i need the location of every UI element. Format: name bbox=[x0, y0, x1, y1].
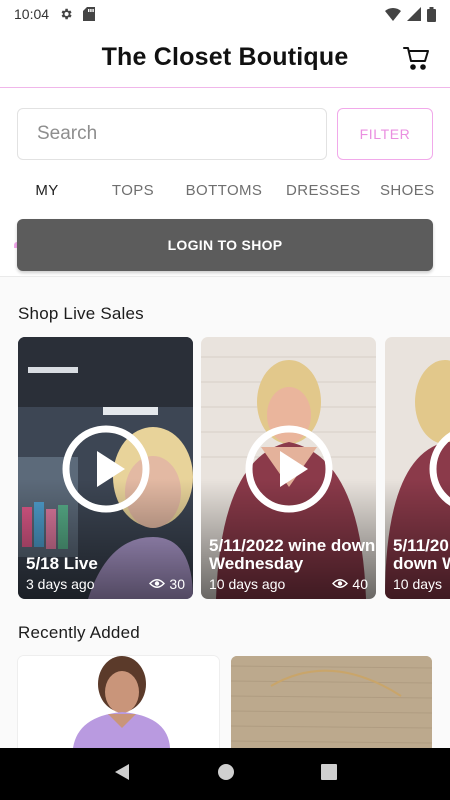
live-sale-meta: 10 days ago 40 bbox=[209, 576, 368, 592]
status-time: 10:04 bbox=[14, 6, 50, 22]
view-count: 30 bbox=[149, 576, 185, 592]
gear-icon bbox=[59, 7, 73, 21]
live-sale-time-ago: 3 days ago bbox=[26, 576, 95, 592]
battery-icon bbox=[427, 6, 436, 22]
live-sale-card[interactable]: 5/11/2022 wine down Wednesday 10 days ag… bbox=[201, 337, 376, 599]
live-sale-card[interactable]: 5/11/20 down W 10 days bbox=[385, 337, 450, 599]
live-sale-time-ago: 10 days ago bbox=[209, 576, 286, 592]
section-title-recently-added: Recently Added bbox=[18, 623, 140, 642]
signal-icon bbox=[407, 7, 421, 21]
section-title-live-sales: Shop Live Sales bbox=[18, 304, 144, 323]
tab-label: DRESSES bbox=[286, 182, 361, 199]
home-icon[interactable] bbox=[217, 763, 235, 786]
wifi-icon bbox=[385, 7, 401, 21]
search-input[interactable] bbox=[17, 108, 327, 160]
product-card[interactable] bbox=[231, 656, 432, 748]
live-sale-meta: 3 days ago 30 bbox=[26, 576, 185, 592]
live-sale-title: 5/18 Live bbox=[26, 554, 98, 573]
tab-label: TOPS bbox=[111, 182, 155, 199]
view-count-value: 30 bbox=[169, 576, 185, 592]
play-icon[interactable] bbox=[429, 425, 450, 513]
status-bar: 10:04 bbox=[0, 0, 450, 28]
eye-icon bbox=[332, 576, 349, 592]
login-button[interactable]: LOGIN TO SHOP bbox=[17, 219, 433, 271]
play-icon[interactable] bbox=[245, 425, 333, 513]
view-count: 40 bbox=[332, 576, 368, 592]
search-row: FILTER bbox=[17, 108, 433, 160]
category-tabs: MY FEED TOPS BOTTOMS DRESSES SHOES bbox=[0, 172, 450, 248]
tab-tops[interactable]: TOPS bbox=[108, 172, 158, 210]
view-count-value: 40 bbox=[352, 576, 368, 592]
tab-bottoms[interactable]: BOTTOMS bbox=[184, 172, 264, 210]
live-sale-title: 5/11/20 down W bbox=[393, 537, 450, 573]
eye-icon bbox=[149, 576, 166, 592]
tab-label: BOTTOMS bbox=[185, 182, 263, 199]
live-sale-time-ago: 10 days bbox=[393, 576, 443, 592]
play-icon[interactable] bbox=[62, 425, 150, 513]
live-sale-title-line2: down W bbox=[393, 554, 450, 573]
product-image bbox=[231, 656, 432, 748]
tab-dresses[interactable]: DRESSES bbox=[286, 172, 361, 210]
live-sale-title-text: 5/11/20 bbox=[393, 536, 449, 555]
app-header: The Closet Boutique bbox=[0, 28, 450, 88]
product-image bbox=[18, 656, 219, 748]
filter-button[interactable]: FILTER bbox=[337, 108, 433, 160]
product-card[interactable] bbox=[18, 656, 219, 748]
recents-icon[interactable] bbox=[321, 763, 337, 785]
cart-icon[interactable] bbox=[402, 44, 430, 72]
system-nav-bar bbox=[0, 748, 450, 800]
live-sale-title: 5/11/2022 wine down Wednesday bbox=[209, 536, 376, 573]
page-title: The Closet Boutique bbox=[101, 43, 349, 71]
tab-label: SHOES bbox=[380, 182, 435, 199]
live-sale-card[interactable]: 5/18 Live 3 days ago 30 bbox=[18, 337, 193, 599]
back-icon[interactable] bbox=[113, 763, 131, 786]
live-sale-meta: 10 days bbox=[393, 576, 442, 592]
sd-card-icon bbox=[83, 7, 96, 21]
tab-shoes[interactable]: SHOES bbox=[380, 172, 434, 210]
